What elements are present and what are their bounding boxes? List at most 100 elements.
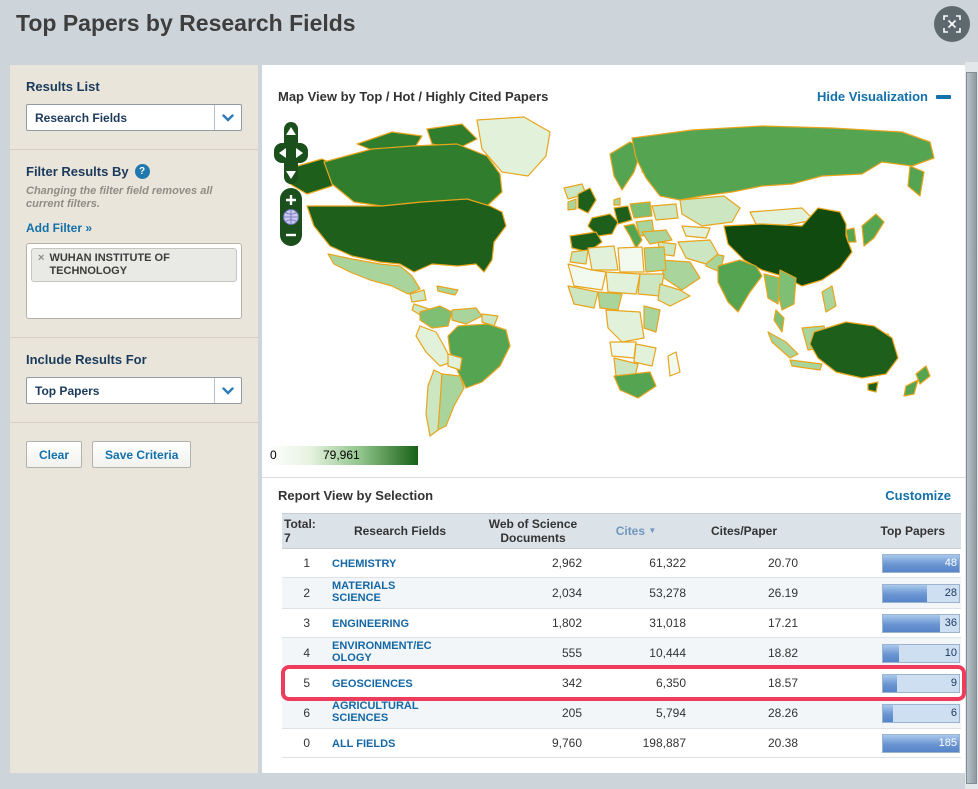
cites-cell: 53,278 [649, 586, 686, 600]
include-results-section: Include Results For Top Papers [10, 337, 258, 422]
field-link[interactable]: GEOSCIENCES [332, 678, 413, 690]
cites-cell: 6,350 [655, 676, 686, 690]
table-row: 3 ENGINEERING 1,802 31,018 17.21 36 [282, 609, 961, 638]
table-header-row: Total: 7 Research Fields Web of Science … [282, 513, 961, 549]
field-link[interactable]: AGRICULTURAL SCIENCES [332, 700, 434, 724]
top-papers-value: 9 [950, 677, 957, 689]
top-papers-bar: 10 [882, 643, 960, 663]
top-papers-bar: 48 [882, 553, 960, 573]
total-label: Total: [284, 517, 316, 531]
results-list-section: Results List Research Fields [10, 65, 258, 149]
table-row: 2 MATERIALS SCIENCE 2,034 53,278 26.19 2… [282, 578, 961, 609]
table-row: 6 AGRICULTURAL SCIENCES 205 5,794 28.26 … [282, 698, 961, 729]
world-map-area [262, 114, 965, 444]
field-link[interactable]: CHEMISTRY [332, 558, 396, 570]
bar-fill [883, 674, 898, 692]
table-row: 1 CHEMISTRY 2,962 61,322 20.70 48 [282, 549, 961, 578]
report-table: Total: 7 Research Fields Web of Science … [262, 513, 966, 758]
hide-visualization-label: Hide Visualization [816, 89, 928, 104]
cites-header-label: Cites [615, 524, 646, 538]
field-link[interactable]: ENGINEERING [332, 618, 409, 630]
filter-tag[interactable]: × WUHAN INSTITUTE OF TECHNOLOGY [31, 248, 237, 282]
include-results-heading: Include Results For [26, 352, 147, 367]
filter-section: Filter Results By ? Changing the filter … [10, 149, 258, 337]
legend-max-value: 79,961 [323, 448, 360, 462]
bar-fill [883, 704, 893, 722]
world-choropleth-map[interactable] [262, 114, 959, 439]
top-papers-value: 6 [950, 707, 957, 719]
rank-cell: 0 [303, 736, 310, 750]
top-bar: Top Papers by Research Fields [0, 0, 978, 62]
docs-cell: 2,034 [551, 586, 582, 600]
fullscreen-toggle-button[interactable] [934, 6, 970, 42]
scrollbar-thumb[interactable] [966, 72, 977, 784]
field-link[interactable]: MATERIALS SCIENCE [332, 580, 434, 604]
filter-note: Changing the filter field removes all cu… [26, 185, 213, 210]
rank-cell: 3 [303, 616, 310, 630]
map-zoom-control[interactable] [280, 188, 302, 246]
filter-heading: Filter Results By [26, 164, 129, 179]
save-criteria-button[interactable]: Save Criteria [92, 441, 192, 468]
rank-cell: 6 [303, 706, 310, 720]
results-list-heading: Results List [26, 79, 100, 94]
docs-cell: 555 [561, 646, 582, 660]
total-value: 7 [284, 531, 291, 545]
map-view-header: Map View by Top / Hot / Highly Cited Pap… [262, 65, 965, 114]
include-results-dropdown[interactable]: Top Papers [26, 377, 242, 404]
docs-cell: 1,802 [551, 616, 582, 630]
include-results-selected-value: Top Papers [35, 383, 100, 398]
cites-per-paper-cell: 20.38 [767, 736, 798, 750]
oceania [809, 321, 931, 397]
rank-cell: 2 [303, 586, 310, 600]
top-papers-bar: 28 [882, 583, 960, 603]
cites-cell: 31,018 [649, 616, 686, 630]
top-papers-value: 10 [944, 647, 957, 659]
bar-fill [883, 614, 940, 632]
results-list-selected-value: Research Fields [35, 110, 128, 125]
top-papers-value: 36 [944, 617, 957, 629]
table-row: 0 ALL FIELDS 9,760 198,887 20.38 185 [282, 729, 961, 758]
cites-per-paper-cell: 17.21 [767, 616, 798, 630]
report-view-header: Report View by Selection Customize [262, 477, 965, 513]
remove-filter-icon[interactable]: × [38, 252, 44, 265]
cites-cell: 198,887 [642, 736, 686, 750]
add-filter-link[interactable]: Add Filter » [26, 221, 92, 235]
top-papers-value: 28 [944, 587, 957, 599]
main-panel: Map View by Top / Hot / Highly Cited Pap… [262, 65, 966, 773]
top-papers-bar: 185 [882, 733, 960, 753]
map-pan-control[interactable] [274, 122, 308, 184]
clear-button[interactable]: Clear [26, 441, 83, 468]
customize-link[interactable]: Customize [885, 488, 951, 503]
bar-fill [883, 584, 928, 602]
docs-cell: 2,962 [551, 556, 582, 570]
vertical-scrollbar[interactable] [965, 62, 978, 789]
legend-min-value: 0 [270, 448, 277, 462]
column-header-wos-documents: Web of Science Documents [488, 517, 578, 545]
table-row: 4 ENVIRONMENT/ECOLOGY 555 10,444 18.82 1… [282, 638, 961, 669]
column-header-cites-per-paper: Cites/Paper [710, 524, 778, 538]
collapse-minus-icon [936, 94, 951, 99]
rank-cell: 5 [303, 676, 310, 690]
field-link[interactable]: ALL FIELDS [332, 738, 395, 750]
hide-visualization-link[interactable]: Hide Visualization [817, 89, 951, 104]
docs-cell: 342 [561, 676, 582, 690]
rank-cell: 1 [303, 556, 310, 570]
cites-per-paper-cell: 28.26 [767, 706, 798, 720]
bar-fill [883, 644, 899, 662]
criteria-buttons-section: Clear Save Criteria [10, 422, 258, 486]
sidebar: Results List Research Fields Filter Resu… [10, 65, 258, 773]
table-row-highlighted: 5 GEOSCIENCES 342 6,350 18.57 9 [281, 665, 966, 701]
top-papers-bar: 6 [882, 703, 960, 723]
rank-cell: 4 [303, 646, 310, 660]
field-link[interactable]: ENVIRONMENT/ECOLOGY [332, 640, 434, 664]
results-list-dropdown[interactable]: Research Fields [26, 104, 242, 131]
top-papers-value: 48 [944, 557, 957, 569]
cites-per-paper-cell: 20.70 [767, 556, 798, 570]
cites-cell: 5,794 [655, 706, 686, 720]
south-america [415, 305, 511, 437]
choropleth-legend: 0 79,961 [268, 446, 418, 465]
docs-cell: 205 [561, 706, 582, 720]
cites-per-paper-cell: 26.19 [767, 586, 798, 600]
help-icon[interactable]: ? [134, 164, 150, 179]
column-header-cites-sortable[interactable]: Cites ▼ [584, 524, 688, 538]
